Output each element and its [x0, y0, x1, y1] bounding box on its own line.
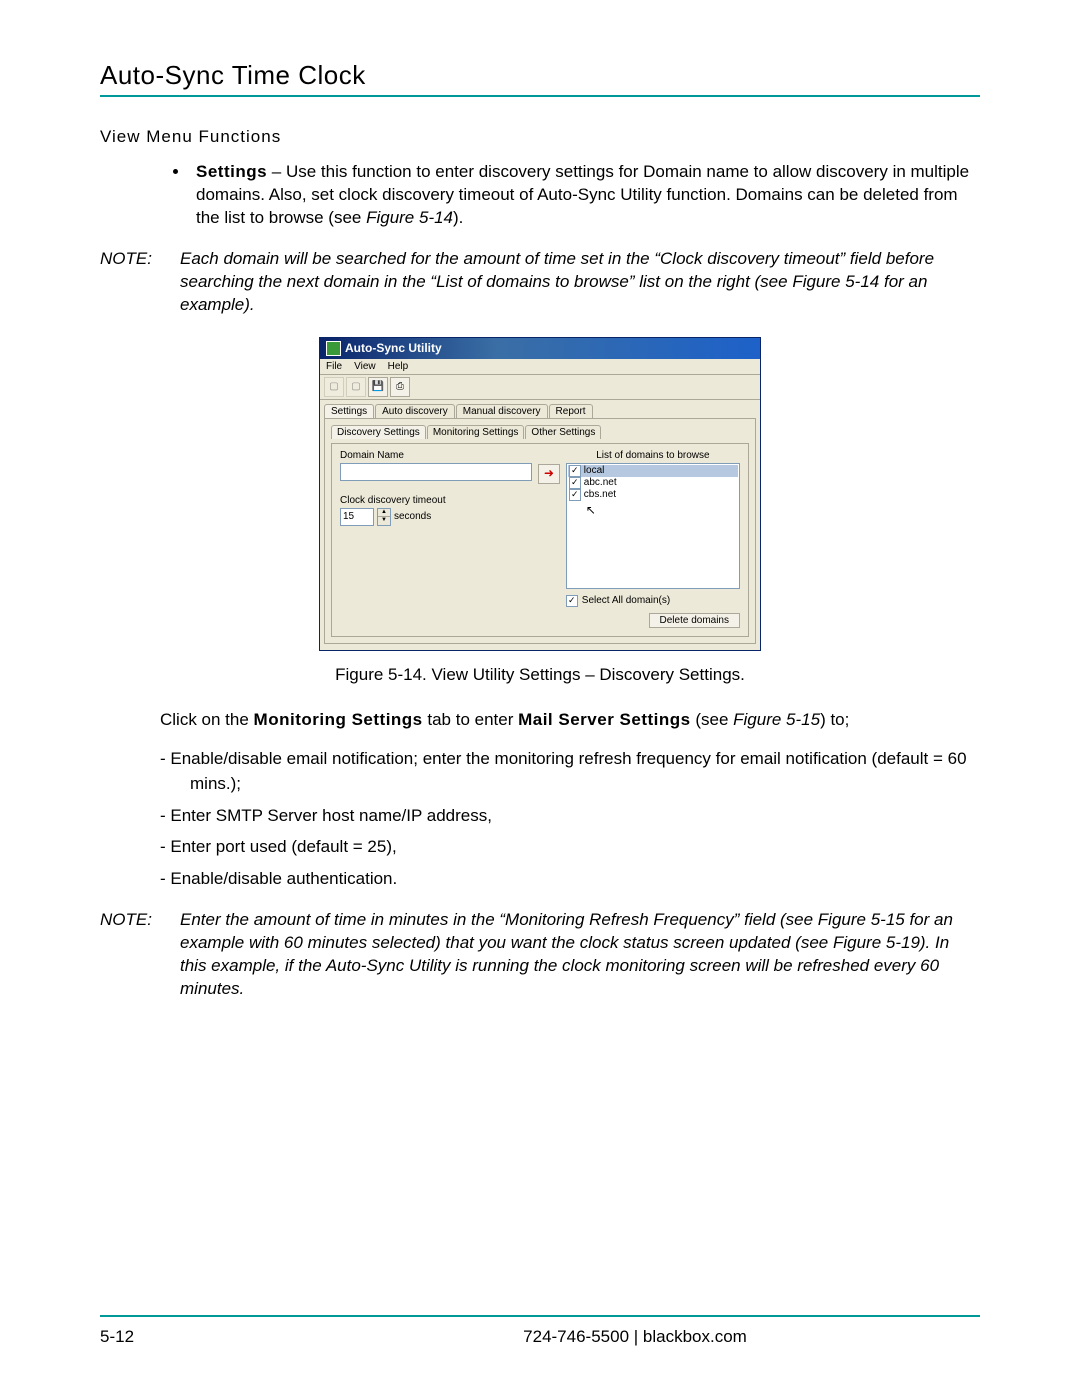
para-monitoring-settings: Click on the Monitoring Settings tab to … — [100, 709, 980, 732]
toolbar-btn-2[interactable]: ▢ — [346, 377, 366, 397]
tab-auto-discovery[interactable]: Auto discovery — [375, 404, 455, 418]
figure-5-14: Auto-Sync Utility File View Help ▢ ▢ 💾 ⎙… — [100, 337, 980, 651]
timeout-unit: seconds — [394, 511, 431, 522]
footer-site: blackbox.com — [643, 1327, 747, 1346]
app-window: Auto-Sync Utility File View Help ▢ ▢ 💾 ⎙… — [319, 337, 761, 651]
para-text: tab to enter — [423, 710, 518, 729]
footer-page-number: 5-12 — [100, 1327, 290, 1347]
bullet-label: Settings — [196, 162, 267, 181]
figure-caption: Figure 5-14. View Utility Settings – Dis… — [100, 665, 980, 685]
window-title: Auto-Sync Utility — [345, 341, 442, 355]
main-panel: Discovery Settings Monitoring Settings O… — [324, 418, 756, 644]
checkbox-icon[interactable]: ✓ — [569, 489, 581, 501]
domain-item-cbs[interactable]: ✓ cbs.net — [568, 489, 738, 501]
para-text: ) to; — [820, 710, 849, 729]
footer-contact: 724-746-5500 | blackbox.com — [290, 1327, 980, 1347]
domain-name-label: Domain Name — [340, 450, 532, 461]
add-domain-arrow-button[interactable]: ➜ — [538, 464, 560, 484]
discovery-settings-panel: Domain Name Clock discovery timeout 15 ▲… — [331, 443, 749, 637]
footer-sep: | — [629, 1327, 643, 1346]
tab-settings[interactable]: Settings — [324, 404, 374, 418]
domain-item-local[interactable]: ✓ local — [568, 465, 738, 477]
dash-item: Enter port used (default = 25), — [160, 834, 980, 860]
footer-phone: 724-746-5500 — [523, 1327, 629, 1346]
menu-view[interactable]: View — [354, 361, 376, 372]
dash-item: Enable/disable email notification; enter… — [160, 746, 980, 797]
menubar: File View Help — [320, 359, 760, 375]
note-label: NOTE: — [100, 909, 180, 1001]
cursor-icon: ↖ — [586, 503, 738, 517]
dash-list: Enable/disable email notification; enter… — [100, 746, 980, 892]
para-figref: Figure 5-15 — [733, 710, 820, 729]
select-all-checkbox[interactable]: ✓ — [566, 595, 578, 607]
bullet-text: – Use this function to enter discovery s… — [196, 162, 969, 227]
menu-help[interactable]: Help — [388, 361, 409, 372]
menu-file[interactable]: File — [326, 361, 342, 372]
dash-item: Enter SMTP Server host name/IP address, — [160, 803, 980, 829]
footer-rule — [100, 1315, 980, 1317]
print-icon[interactable]: ⎙ — [390, 377, 410, 397]
settings-bullet: Settings – Use this function to enter di… — [190, 161, 980, 230]
bullet-tail: ). — [453, 208, 463, 227]
domain-item-label: abc.net — [584, 477, 617, 488]
subtab-discovery-settings[interactable]: Discovery Settings — [331, 425, 426, 439]
toolbar: ▢ ▢ 💾 ⎙ — [320, 375, 760, 400]
domain-item-label: cbs.net — [584, 489, 616, 500]
para-bold-2: Mail Server Settings — [518, 710, 691, 729]
footer: 5-12 724-746-5500 | blackbox.com — [100, 1315, 980, 1347]
checkbox-icon[interactable]: ✓ — [569, 465, 581, 477]
subtab-other-settings[interactable]: Other Settings — [525, 425, 601, 439]
domain-list-label: List of domains to browse — [566, 450, 740, 461]
checkbox-icon[interactable]: ✓ — [569, 477, 581, 489]
timeout-value-input[interactable]: 15 — [340, 508, 374, 526]
domain-name-input[interactable] — [340, 463, 532, 481]
para-text: (see — [691, 710, 734, 729]
title-rule — [100, 95, 980, 97]
page-title: Auto-Sync Time Clock — [100, 60, 980, 91]
window-titlebar: Auto-Sync Utility — [320, 338, 760, 359]
domain-listbox[interactable]: ✓ local ✓ abc.net ✓ cbs.net ↖ — [566, 463, 740, 589]
toolbar-btn-1[interactable]: ▢ — [324, 377, 344, 397]
note-body: Each domain will be searched for the amo… — [180, 248, 980, 317]
note-label: NOTE: — [100, 248, 180, 317]
subtab-monitoring-settings[interactable]: Monitoring Settings — [427, 425, 525, 439]
note-2: NOTE: Enter the amount of time in minute… — [100, 909, 980, 1001]
tab-manual-discovery[interactable]: Manual discovery — [456, 404, 548, 418]
timeout-spinner[interactable]: ▲▼ — [377, 508, 391, 526]
note-1: NOTE: Each domain will be searched for t… — [100, 248, 980, 317]
para-text: Click on the — [160, 710, 254, 729]
dash-item: Enable/disable authentication. — [160, 866, 980, 892]
timeout-label: Clock discovery timeout — [340, 495, 532, 506]
sub-tab-row: Discovery Settings Monitoring Settings O… — [331, 425, 749, 439]
para-bold-1: Monitoring Settings — [254, 710, 423, 729]
select-all-label: Select All domain(s) — [582, 595, 670, 606]
tab-report[interactable]: Report — [549, 404, 593, 418]
app-icon — [326, 341, 341, 356]
domain-item-label: local — [584, 465, 605, 476]
save-icon[interactable]: 💾 — [368, 377, 388, 397]
delete-domains-button[interactable]: Delete domains — [649, 613, 740, 628]
main-tab-row: Settings Auto discovery Manual discovery… — [320, 400, 760, 418]
section-heading: View Menu Functions — [100, 127, 980, 147]
bullet-figref: Figure 5-14 — [366, 208, 453, 227]
note-body: Enter the amount of time in minutes in t… — [180, 909, 980, 1001]
domain-item-abc[interactable]: ✓ abc.net — [568, 477, 738, 489]
